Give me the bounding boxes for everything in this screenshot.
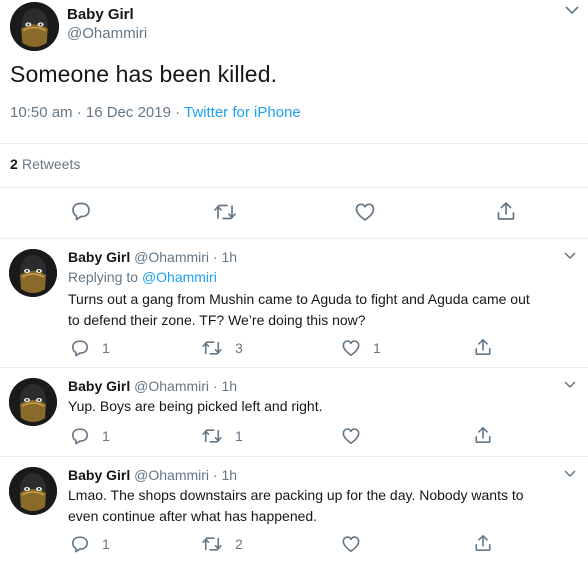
like-count: 1 — [373, 340, 381, 356]
reply-actions: 1 1 — [0, 425, 588, 449]
retweet-label[interactable]: Retweets — [22, 156, 80, 172]
separator-dot: · — [212, 378, 218, 394]
display-name[interactable]: Baby Girl — [68, 249, 130, 265]
tweet-text: Someone has been killed. — [10, 61, 278, 87]
chevron-down-icon[interactable] — [565, 6, 579, 15]
tweet-meta: 10:50 am · 16 Dec 2019 · Twitter for iPh… — [10, 104, 301, 121]
main-tweet: Baby Girl @Ohammiri Someone has been kil… — [0, 0, 588, 239]
like-icon — [342, 428, 360, 445]
share-button[interactable] — [496, 201, 516, 221]
reply-time[interactable]: 1h — [221, 378, 237, 394]
share-icon — [497, 202, 515, 220]
reply-count: 1 — [102, 536, 110, 552]
retweet-stats: 2 Retweets — [0, 143, 588, 188]
chevron-down-icon[interactable] — [564, 381, 576, 389]
retweet-icon — [202, 341, 222, 355]
reply-tweet[interactable]: Baby Girl @Ohammiri · 1h Replying to @Oh… — [0, 238, 588, 368]
retweet-count[interactable]: 2 — [10, 156, 18, 172]
reply-button[interactable]: 1 — [70, 535, 110, 553]
tweet-timestamp[interactable]: 10:50 am · 16 Dec 2019 · — [10, 104, 184, 121]
display-name[interactable]: Baby Girl — [68, 378, 130, 394]
share-icon — [475, 338, 491, 356]
retweet-icon — [202, 537, 222, 551]
avatar[interactable] — [9, 378, 57, 426]
reply-actions: 1 2 — [0, 533, 588, 557]
like-button[interactable] — [354, 202, 376, 222]
reply-count: 1 — [102, 428, 110, 444]
reply-time[interactable]: 1h — [221, 249, 237, 265]
reply-text-line: Yup. Boys are being picked left and righ… — [68, 398, 323, 414]
like-button[interactable] — [341, 535, 361, 553]
user-handle[interactable]: @Ohammiri — [134, 378, 209, 394]
avatar-image — [10, 2, 59, 51]
display-name[interactable]: Baby Girl — [68, 467, 130, 483]
share-icon — [475, 534, 491, 552]
reply-icon — [71, 428, 89, 445]
reply-count: 1 — [102, 340, 110, 356]
retweet-icon — [214, 204, 236, 220]
reply-button[interactable] — [70, 201, 92, 221]
avatar-image — [9, 378, 57, 426]
avatar-image — [9, 467, 57, 515]
replying-to: Replying to @Ohammiri — [68, 267, 217, 288]
replying-to-prefix: Replying to — [68, 269, 142, 285]
retweet-count: 3 — [235, 340, 243, 356]
reply-text-line: even continue after what has happened. — [68, 508, 318, 524]
reply-header: Baby Girl @Ohammiri · 1h — [68, 467, 237, 483]
separator-dot: · — [212, 467, 218, 483]
retweet-count: 1 — [235, 428, 243, 444]
reply-icon — [72, 202, 90, 221]
separator-dot: · — [212, 249, 218, 265]
reply-header: Baby Girl @Ohammiri · 1h — [68, 249, 237, 265]
reply-actions: 1 3 1 — [0, 337, 588, 361]
retweet-button[interactable]: 2 — [201, 536, 243, 552]
chevron-down-icon[interactable] — [564, 470, 576, 478]
retweet-count: 2 — [235, 536, 243, 552]
reply-text-line: Turns out a gang from Mushin came to Agu… — [68, 291, 530, 307]
reply-icon — [71, 340, 89, 357]
reply-tweet[interactable]: Baby Girl @Ohammiri · 1h Lmao. The shops… — [0, 456, 588, 568]
chevron-down-icon[interactable] — [564, 252, 576, 260]
avatar[interactable] — [10, 2, 59, 51]
tweet-source[interactable]: Twitter for iPhone — [184, 104, 301, 121]
tweet-actions — [0, 196, 588, 228]
avatar[interactable] — [9, 467, 57, 515]
avatar-image — [9, 249, 57, 297]
like-icon — [355, 203, 375, 221]
share-button[interactable] — [474, 534, 492, 552]
reply-button[interactable]: 1 — [70, 339, 110, 357]
reply-text-line: to defend their zone. TF? We’re doing th… — [68, 312, 366, 328]
user-handle[interactable]: @Ohammiri — [134, 249, 209, 265]
share-button[interactable] — [474, 426, 492, 444]
like-button[interactable]: 1 — [341, 339, 381, 357]
reply-header: Baby Girl @Ohammiri · 1h — [68, 378, 237, 394]
replying-to-link[interactable]: @Ohammiri — [142, 269, 217, 285]
share-icon — [475, 426, 491, 444]
user-handle[interactable]: @Ohammiri — [67, 25, 147, 42]
display-name[interactable]: Baby Girl — [67, 6, 134, 23]
like-icon — [342, 536, 360, 553]
reply-button[interactable]: 1 — [70, 427, 110, 445]
retweet-button[interactable] — [213, 203, 237, 221]
retweet-button[interactable]: 1 — [201, 428, 243, 444]
reply-tweet[interactable]: Baby Girl @Ohammiri · 1h Yup. Boys are b… — [0, 367, 588, 457]
avatar[interactable] — [9, 249, 57, 297]
share-button[interactable] — [474, 338, 492, 356]
like-icon — [342, 340, 360, 357]
user-handle[interactable]: @Ohammiri — [134, 467, 209, 483]
reply-time[interactable]: 1h — [221, 467, 237, 483]
retweet-button[interactable]: 3 — [201, 340, 243, 356]
like-button[interactable] — [341, 427, 361, 445]
reply-icon — [71, 536, 89, 553]
retweet-icon — [202, 429, 222, 443]
reply-text-line: Lmao. The shops downstairs are packing u… — [68, 487, 524, 503]
